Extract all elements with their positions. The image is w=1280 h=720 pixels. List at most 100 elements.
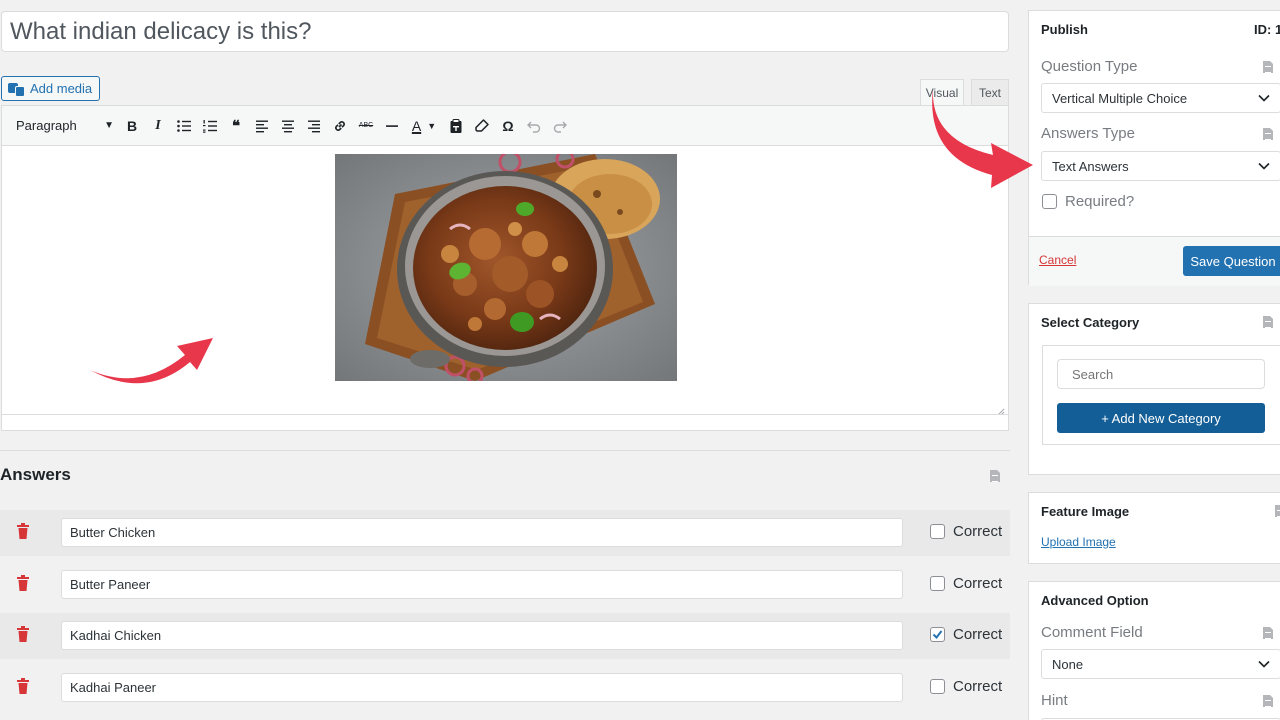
answer-text-input[interactable] [61, 518, 903, 547]
help-icon[interactable] [1263, 695, 1273, 707]
bold-icon[interactable]: B [120, 114, 144, 138]
text-color-glyph: A [411, 117, 422, 134]
media-icon [8, 82, 25, 97]
tab-text[interactable]: Text [971, 79, 1009, 106]
chevron-down-icon [1258, 94, 1270, 102]
hint-label: Hint [1041, 692, 1068, 709]
help-icon[interactable] [1263, 316, 1273, 328]
required-checkbox[interactable] [1042, 194, 1057, 209]
trash-icon[interactable] [17, 575, 29, 591]
correct-label: Correct [953, 678, 1003, 695]
correct-checkbox[interactable] [930, 679, 945, 694]
paste-as-text-icon[interactable] [444, 114, 468, 138]
answer-text-input[interactable] [61, 570, 903, 599]
feature-image-title: Feature Image [1041, 504, 1130, 519]
publish-title: Publish [1041, 22, 1088, 37]
editor-status-bar [2, 414, 1008, 430]
redo-icon[interactable] [548, 114, 572, 138]
question-id: ID: 1 [1254, 22, 1280, 37]
caret-down-icon: ▼ [427, 120, 437, 131]
comment-field-value: None [1052, 656, 1084, 672]
correct-checkbox-label[interactable]: Correct [930, 678, 1002, 695]
align-center-icon[interactable] [276, 114, 300, 138]
strikethrough-icon[interactable]: ABC [354, 114, 378, 138]
required-label: Required? [1065, 193, 1135, 210]
bullet-list-icon[interactable] [172, 114, 196, 138]
upload-image-link[interactable]: Upload Image [1041, 535, 1116, 549]
correct-checkbox[interactable] [930, 576, 945, 591]
help-icon[interactable] [1263, 627, 1273, 639]
horizontal-line-icon[interactable] [380, 114, 404, 138]
chevron-down-icon [1258, 162, 1270, 170]
text-color-icon[interactable]: A ▼ [406, 114, 442, 138]
add-media-label: Add media [30, 81, 93, 96]
answer-text-input[interactable] [61, 673, 903, 702]
comment-field-label: Comment Field [1041, 624, 1143, 641]
help-icon[interactable] [990, 470, 1000, 482]
divider [0, 450, 1010, 451]
link-icon[interactable] [328, 114, 352, 138]
paragraph-format-value: Paragraph [16, 118, 77, 133]
answer-row: Correct [0, 510, 1010, 556]
trash-icon[interactable] [17, 523, 29, 539]
question-title-input[interactable] [2, 12, 1008, 51]
chevron-down-icon [1258, 660, 1270, 668]
correct-label: Correct [953, 626, 1003, 643]
question-type-value: Vertical Multiple Choice [1052, 90, 1188, 106]
correct-label: Correct [953, 523, 1003, 540]
answer-text-input[interactable] [61, 621, 903, 650]
align-left-icon[interactable] [250, 114, 274, 138]
help-icon[interactable] [1275, 505, 1280, 517]
undo-icon[interactable] [522, 114, 546, 138]
editor-toolbar: Paragraph ▼ B I ❝ ABC A ▼ Ω [2, 106, 1008, 146]
answers-type-label: Answers Type [1041, 125, 1135, 142]
question-type-select[interactable]: Vertical Multiple Choice [1041, 83, 1280, 113]
blockquote-icon[interactable]: ❝ [224, 114, 248, 138]
question-title-field[interactable] [1, 11, 1009, 52]
answer-row: Correct [0, 613, 1010, 659]
correct-checkbox-label[interactable]: Correct [930, 575, 1002, 592]
correct-checkbox-label[interactable]: Correct [930, 523, 1002, 540]
save-question-button[interactable]: Save Question [1183, 246, 1280, 276]
help-icon[interactable] [1263, 128, 1273, 140]
category-box: + Add New Category [1042, 345, 1280, 445]
required-checkbox-label[interactable]: Required? [1042, 193, 1134, 210]
content-editor: Paragraph ▼ B I ❝ ABC A ▼ Ω [1, 105, 1009, 431]
publish-actions: Cancel Save Question [1029, 236, 1280, 286]
category-title: Select Category [1041, 315, 1140, 330]
answers-type-value: Text Answers [1052, 158, 1129, 174]
question-type-label: Question Type [1041, 58, 1138, 75]
special-character-icon[interactable]: Ω [496, 114, 520, 138]
advanced-option-title: Advanced Option [1041, 593, 1149, 608]
clear-formatting-icon[interactable] [470, 114, 494, 138]
answer-row: Correct [0, 562, 1010, 608]
answer-row: Correct [0, 665, 1010, 711]
answers-type-select[interactable]: Text Answers [1041, 151, 1280, 181]
tab-visual[interactable]: Visual [920, 79, 964, 106]
add-category-button[interactable]: + Add New Category [1057, 403, 1265, 433]
editor-body[interactable] [2, 146, 1008, 416]
trash-icon[interactable] [17, 626, 29, 642]
comment-field-select[interactable]: None [1041, 649, 1280, 679]
category-panel: Select Category + Add New Category [1028, 303, 1280, 475]
add-media-button[interactable]: Add media [1, 76, 101, 101]
answers-heading: Answers [0, 465, 71, 484]
trash-icon[interactable] [17, 678, 29, 694]
paragraph-format-select[interactable]: Paragraph ▼ [8, 114, 120, 138]
category-search-input[interactable] [1057, 359, 1265, 389]
caret-down-icon: ▼ [104, 120, 114, 131]
advanced-option-panel: Advanced Option Comment Field None Hint [1028, 581, 1280, 720]
correct-checkbox[interactable] [930, 524, 945, 539]
resize-handle-icon[interactable] [997, 403, 1005, 416]
publish-panel: Publish ID: 1 Question Type Vertical Mul… [1028, 10, 1280, 286]
food-image[interactable] [335, 154, 677, 381]
italic-icon[interactable]: I [146, 114, 170, 138]
cancel-link[interactable]: Cancel [1039, 253, 1076, 267]
help-icon[interactable] [1263, 61, 1273, 73]
correct-checkbox-label[interactable]: Correct [930, 626, 1002, 643]
feature-image-panel: Feature Image Upload Image [1028, 492, 1280, 564]
correct-checkbox[interactable] [930, 627, 945, 642]
align-right-icon[interactable] [302, 114, 326, 138]
correct-label: Correct [953, 575, 1003, 592]
numbered-list-icon[interactable] [198, 114, 222, 138]
